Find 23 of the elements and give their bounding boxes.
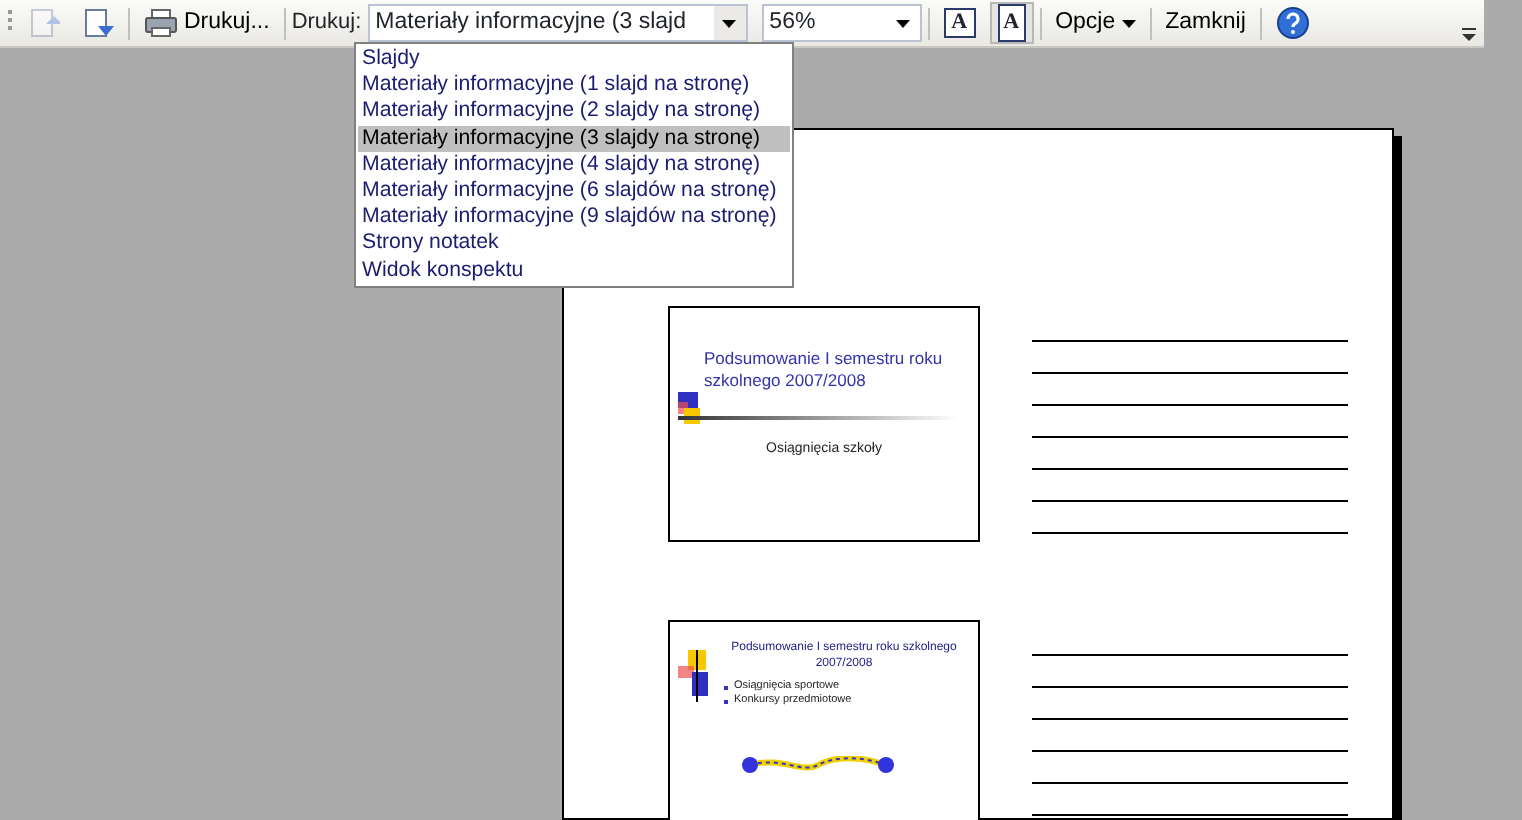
dropdown-option[interactable]: Widok konspektu — [358, 257, 790, 284]
orientation-toggle[interactable]: A — [935, 2, 984, 44]
printer-icon — [144, 8, 178, 38]
dropdown-option[interactable]: Materiały informacyjne (6 slajdów na stronę) — [358, 178, 790, 205]
print-button[interactable]: Drukuj... — [136, 2, 278, 44]
slide-decoration-icon — [678, 650, 710, 706]
dropdown-option[interactable]: Slajdy — [358, 46, 790, 73]
close-button[interactable]: Zamknij — [1157, 2, 1254, 44]
options-button[interactable]: Opcje — [1047, 2, 1144, 44]
dropdown-option[interactable]: Materiały informacyjne (3 slajdy na stronę) — [358, 125, 790, 152]
dropdown-option[interactable]: Strony notatek — [358, 230, 790, 258]
print-what-combo[interactable]: Materiały informacyjne (3 slajd — [367, 4, 748, 42]
dropdown-option[interactable]: Materiały informacyjne (2 slajdy na stronę) — [358, 98, 790, 126]
dropdown-option[interactable]: Materiały informacyjne (4 slajdy na stronę) — [358, 151, 790, 179]
dropdown-option[interactable]: Materiały informacyjne (1 slajd na stronę) — [358, 72, 790, 99]
help-icon[interactable] — [1275, 6, 1310, 40]
overflow-chevron-icon[interactable] — [1462, 26, 1476, 42]
orientation-toggle[interactable]: A — [989, 2, 1034, 44]
zoom-combo[interactable]: 56% — [761, 4, 922, 42]
caret-icon — [1121, 19, 1136, 27]
dropdown-option[interactable]: Materiały informacyjne (9 slajdów na stronę) — [358, 204, 790, 231]
slide-title: Podsumowanie I semestru roku szkolnego 2007/2008 — [702, 346, 945, 392]
print-what-label: Drukuj: — [291, 8, 362, 39]
